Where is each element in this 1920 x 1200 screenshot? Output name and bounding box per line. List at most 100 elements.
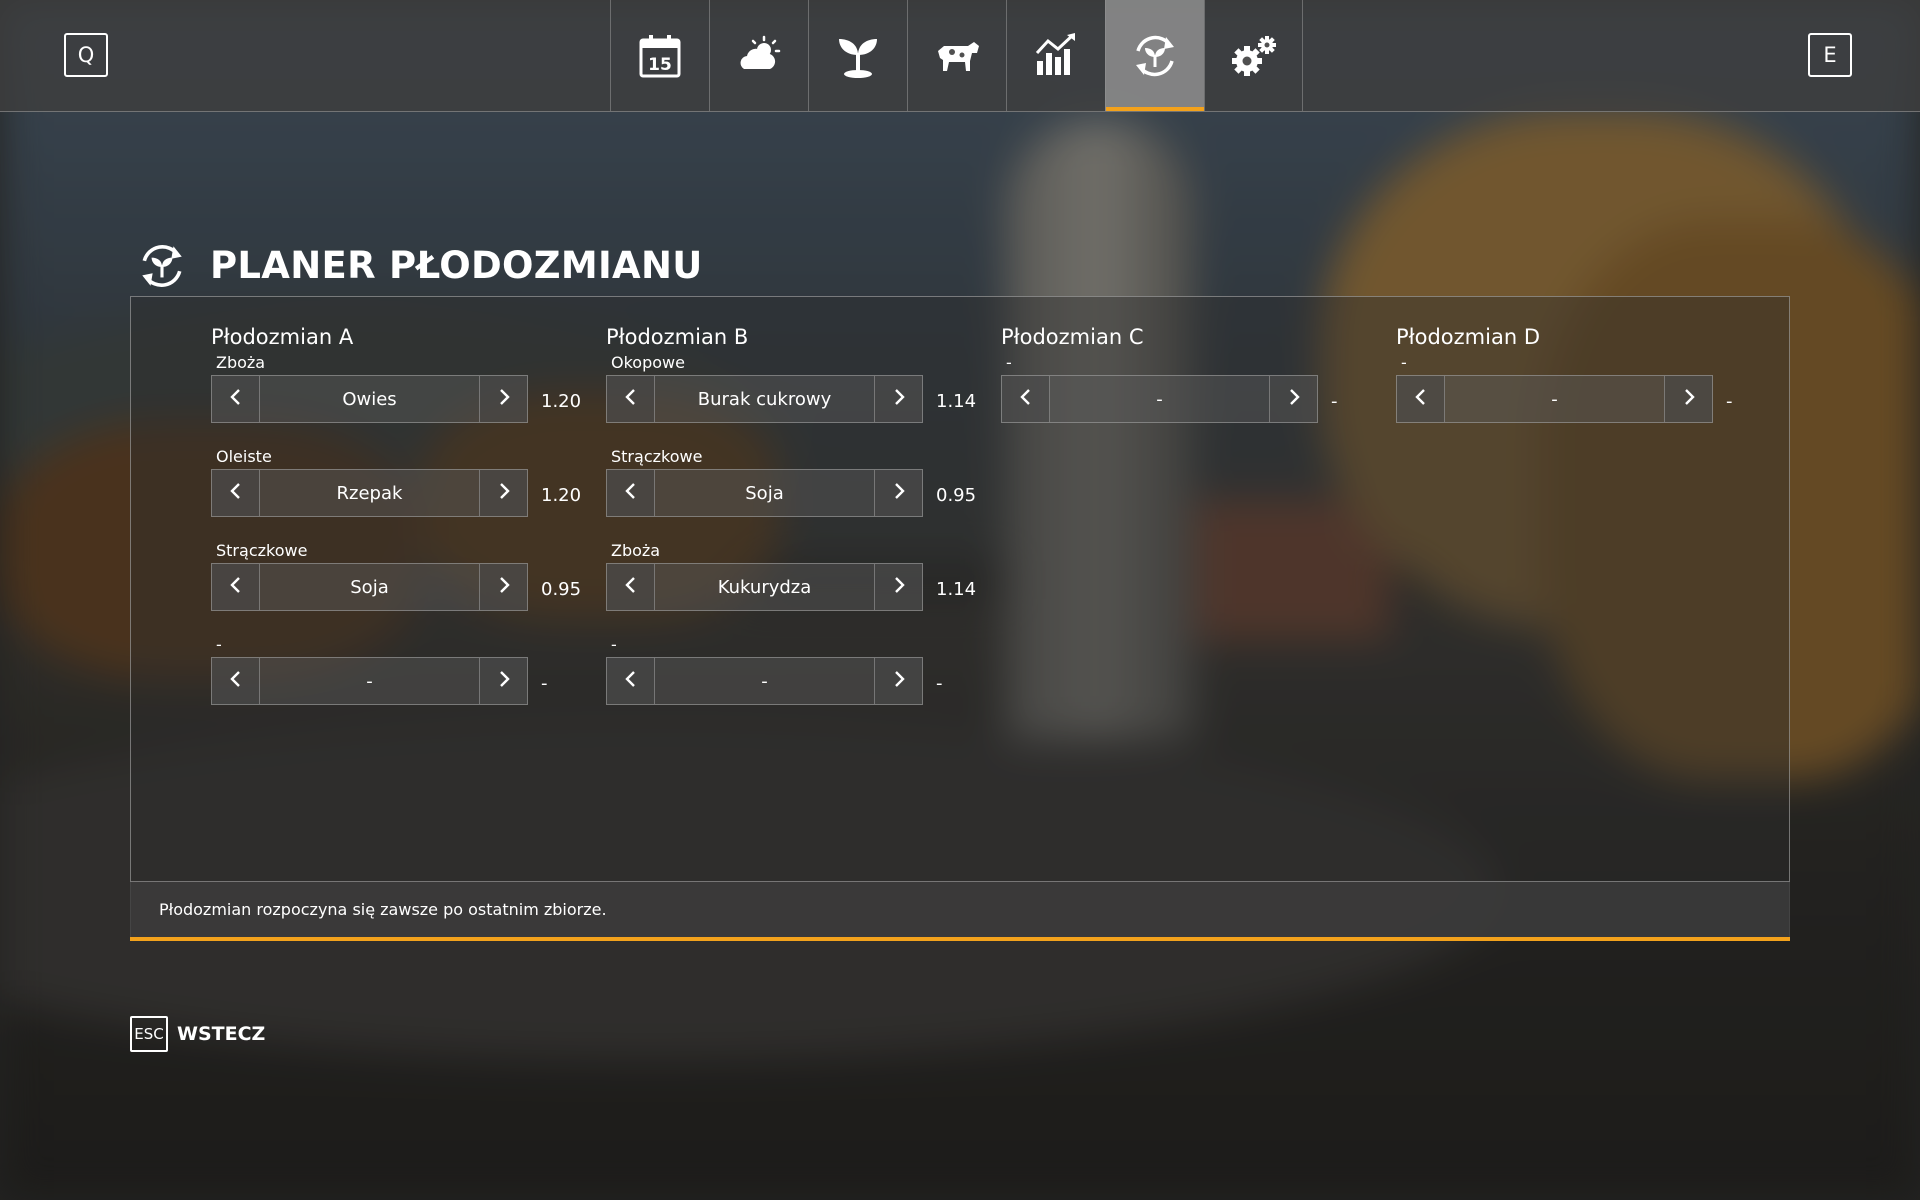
previous-crop-button[interactable] xyxy=(607,564,655,610)
back-button[interactable]: ESC WSTECZ xyxy=(130,1016,265,1052)
next-crop-button[interactable] xyxy=(479,470,527,516)
crop-selector[interactable]: Soja xyxy=(606,469,923,517)
crop-category-label: - xyxy=(216,635,222,654)
previous-page-key-q[interactable]: Q xyxy=(64,33,108,77)
tab-statistics[interactable] xyxy=(1006,0,1105,111)
tab-weather[interactable] xyxy=(709,0,808,111)
sprout-icon xyxy=(839,38,877,78)
calendar-icon: 15 xyxy=(639,34,681,77)
crop-selector[interactable]: Rzepak xyxy=(211,469,528,517)
rotation-slot: Zboża Owies 1.20 xyxy=(211,353,591,449)
crop-category-label: Okopowe xyxy=(611,353,685,372)
gears-icon xyxy=(1231,35,1276,76)
chevron-right-icon xyxy=(496,575,512,599)
selected-crop: Burak cukrowy xyxy=(697,388,832,410)
yield-multiplier: 1.14 xyxy=(936,391,977,412)
previous-crop-button[interactable] xyxy=(212,376,260,422)
selected-crop: - xyxy=(1551,388,1558,410)
rotation-slot: Oleiste Rzepak 1.20 xyxy=(211,447,591,543)
chevron-left-icon xyxy=(623,481,639,505)
chevron-right-icon xyxy=(891,575,907,599)
chevron-right-icon xyxy=(891,481,907,505)
next-page-key-e[interactable]: E xyxy=(1808,33,1852,77)
chevron-left-icon xyxy=(228,481,244,505)
rotation-column-d: Płodozmian D - - - xyxy=(1396,325,1776,449)
yield-multiplier: 0.95 xyxy=(541,579,582,600)
chevron-right-icon xyxy=(496,481,512,505)
previous-crop-button[interactable] xyxy=(607,376,655,422)
crop-category-label: - xyxy=(611,635,617,654)
selected-crop: - xyxy=(366,670,373,692)
previous-crop-button[interactable] xyxy=(1002,376,1050,422)
chevron-right-icon xyxy=(1286,387,1302,411)
crop-selector[interactable]: Burak cukrowy xyxy=(606,375,923,423)
chevron-right-icon xyxy=(891,669,907,693)
selected-crop: - xyxy=(761,670,768,692)
crop-selector[interactable]: - xyxy=(211,657,528,705)
chevron-left-icon xyxy=(623,575,639,599)
selected-crop: Soja xyxy=(745,482,784,504)
rotation-title: Płodozmian D xyxy=(1396,325,1540,349)
crop-selector[interactable]: - xyxy=(1396,375,1713,423)
previous-crop-button[interactable] xyxy=(212,658,260,704)
rotation-title: Płodozmian C xyxy=(1001,325,1144,349)
previous-crop-button[interactable] xyxy=(607,658,655,704)
previous-crop-button[interactable] xyxy=(212,470,260,516)
info-footer: Płodozmian rozpoczyna się zawsze po osta… xyxy=(130,881,1790,941)
crop-category-label: Zboża xyxy=(216,353,266,372)
next-crop-button[interactable] xyxy=(874,376,922,422)
next-crop-button[interactable] xyxy=(479,658,527,704)
chevron-right-icon xyxy=(891,387,907,411)
crop-rotation-panel: Płodozmian A Zboża Owies 1.20 Oleiste Rzepak 1… xyxy=(130,296,1790,941)
info-text: Płodozmian rozpoczyna się zawsze po osta… xyxy=(159,900,607,919)
rotation-slot: Okopowe Burak cukrowy 1.14 xyxy=(606,353,986,449)
previous-crop-button[interactable] xyxy=(212,564,260,610)
chevron-right-icon xyxy=(496,669,512,693)
crop-selector[interactable]: Soja xyxy=(211,563,528,611)
menu-tabs: 15 xyxy=(610,0,1303,111)
rotation-column-a: Płodozmian A Zboża Owies 1.20 Oleiste Rzepak 1… xyxy=(211,325,591,731)
crop-selector[interactable]: Owies xyxy=(211,375,528,423)
next-crop-button[interactable] xyxy=(1269,376,1317,422)
rotation-slot: Strączkowe Soja 0.95 xyxy=(211,541,591,637)
selected-crop: Owies xyxy=(342,388,397,410)
selected-crop: - xyxy=(1156,388,1163,410)
esc-key: ESC xyxy=(130,1016,168,1052)
crop-selector[interactable]: - xyxy=(606,657,923,705)
tab-animals[interactable] xyxy=(907,0,1006,111)
rotation-slot: - - - xyxy=(1396,353,1776,449)
crop-category-label: Strączkowe xyxy=(611,447,703,466)
tab-settings[interactable] xyxy=(1204,0,1303,111)
next-crop-button[interactable] xyxy=(1664,376,1712,422)
next-crop-button[interactable] xyxy=(479,376,527,422)
next-crop-button[interactable] xyxy=(874,564,922,610)
next-crop-button[interactable] xyxy=(479,564,527,610)
chevron-left-icon xyxy=(1413,387,1429,411)
next-crop-button[interactable] xyxy=(874,658,922,704)
top-navigation-bar: Q 15 E xyxy=(0,0,1920,112)
tab-calendar[interactable]: 15 xyxy=(610,0,709,111)
selected-crop: Rzepak xyxy=(336,482,403,504)
selected-crop: Kukurydza xyxy=(717,576,812,598)
chevron-left-icon xyxy=(1018,387,1034,411)
yield-multiplier: - xyxy=(1331,391,1338,412)
previous-crop-button[interactable] xyxy=(1397,376,1445,422)
yield-multiplier: - xyxy=(1726,391,1733,412)
crop-selector[interactable]: - xyxy=(1001,375,1318,423)
crop-rotation-icon xyxy=(142,244,182,288)
next-crop-button[interactable] xyxy=(874,470,922,516)
yield-multiplier: - xyxy=(936,673,943,694)
cow-icon xyxy=(938,41,979,71)
rotation-slot: - - - xyxy=(211,635,591,731)
crop-category-label: - xyxy=(1006,353,1012,372)
crop-category-label: Zboża xyxy=(611,541,661,560)
previous-crop-button[interactable] xyxy=(607,470,655,516)
tab-crop-rotation[interactable] xyxy=(1105,0,1204,111)
crop-selector[interactable]: Kukurydza xyxy=(606,563,923,611)
chevron-left-icon xyxy=(228,575,244,599)
crop-category-label: Strączkowe xyxy=(216,541,308,560)
tab-crops[interactable] xyxy=(808,0,907,111)
rotation-column-c: Płodozmian C - - - xyxy=(1001,325,1381,449)
chevron-left-icon xyxy=(228,387,244,411)
chart-icon xyxy=(1035,32,1075,75)
